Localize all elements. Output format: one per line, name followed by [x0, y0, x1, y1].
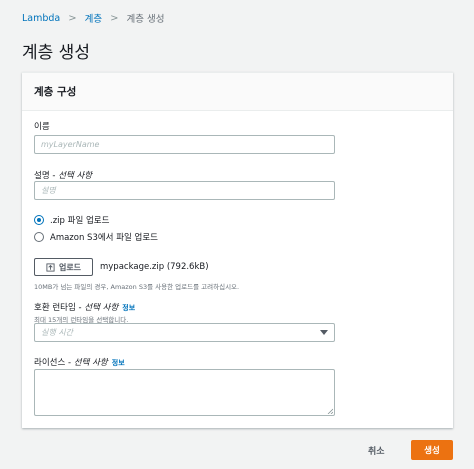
upload-icon: [46, 262, 55, 272]
breadcrumb-separator: >: [110, 12, 119, 24]
license-label-main: 라이선스 -: [34, 358, 74, 368]
breadcrumb-layers-link[interactable]: 계층: [85, 11, 102, 25]
description-input[interactable]: [34, 181, 335, 200]
runtimes-info-link[interactable]: 정보: [122, 304, 135, 312]
page-title: 계층 생성: [22, 43, 90, 63]
panel-header: 계층 구성: [22, 73, 453, 111]
breadcrumb-lambda-link[interactable]: Lambda: [22, 13, 60, 24]
runtimes-label-main: 호환 런타임 -: [34, 303, 85, 313]
radio-s3-upload[interactable]: Amazon S3에서 파일 업로드: [34, 231, 158, 243]
license-textarea[interactable]: [34, 369, 335, 416]
layer-config-panel: 계층 구성 이름 설명 - 선택 사항 .zip 파일 업로드 Amazon S…: [22, 72, 453, 428]
radio-zip-upload[interactable]: .zip 파일 업로드: [34, 214, 109, 226]
panel-title: 계층 구성: [34, 86, 77, 98]
radio-button[interactable]: [34, 232, 44, 242]
name-input[interactable]: [34, 135, 335, 154]
caret-down-icon: [320, 330, 328, 335]
upload-button-label: 업로드: [58, 262, 82, 272]
create-button[interactable]: 생성: [411, 440, 453, 460]
description-label-main: 설명 -: [34, 171, 59, 181]
description-label-optional: 선택 사항: [58, 171, 93, 181]
license-info-link[interactable]: 정보: [112, 359, 125, 367]
upload-size-hint: 10MB가 넘는 파일의 경우, Amazon S3를 사용한 업로드를 고려하…: [34, 283, 240, 291]
upload-button[interactable]: 업로드: [34, 258, 93, 276]
runtimes-select-placeholder: 실행 시간: [41, 328, 73, 337]
breadcrumb-separator: >: [68, 12, 77, 24]
name-label: 이름: [34, 122, 50, 132]
runtimes-select[interactable]: 실행 시간: [34, 323, 335, 342]
cancel-button[interactable]: 취소: [368, 441, 385, 459]
runtimes-label-optional: 선택 사항: [84, 303, 119, 313]
breadcrumb: Lambda > 계층 > 계층 생성: [22, 11, 165, 26]
radio-s3-label: Amazon S3에서 파일 업로드: [50, 233, 159, 243]
description-label: 설명 - 선택 사항: [34, 169, 92, 181]
uploaded-file-name: mypackage.zip (792.6kB): [100, 262, 209, 272]
breadcrumb-current: 계층 생성: [126, 14, 165, 25]
license-label: 라이선스 - 선택 사항 정보: [34, 356, 125, 368]
radio-zip-label: .zip 파일 업로드: [50, 216, 110, 226]
runtimes-label: 호환 런타임 - 선택 사항 정보: [34, 301, 135, 313]
radio-button-selected[interactable]: [34, 215, 44, 225]
license-label-optional: 선택 사항: [73, 358, 108, 368]
resize-grip-icon[interactable]: [327, 408, 333, 414]
